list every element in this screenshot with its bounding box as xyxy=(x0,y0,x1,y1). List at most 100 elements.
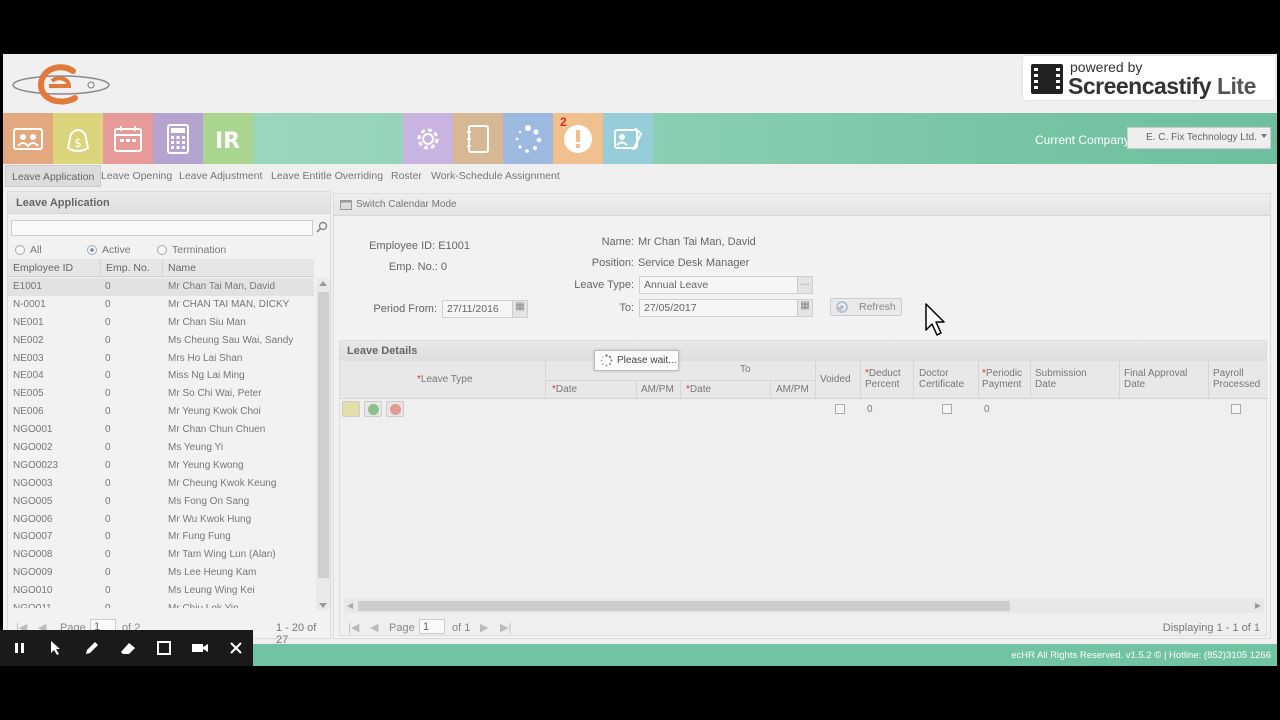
module-loading[interactable] xyxy=(503,113,553,164)
close-icon[interactable] xyxy=(226,638,246,658)
pointer-icon[interactable] xyxy=(46,638,66,658)
column-emp-no[interactable]: Emp. No. xyxy=(100,259,150,277)
page-input[interactable]: 1 xyxy=(419,619,445,634)
module-employees[interactable] xyxy=(3,113,53,164)
spinner-icon xyxy=(600,354,613,367)
table-row[interactable]: NGO002 0 Ms Yeung Yi xyxy=(8,439,314,457)
table-row[interactable]: NGO001 0 Mr Chan Chun Chuen xyxy=(8,421,314,439)
filter-termination-radio[interactable]: Termination xyxy=(157,244,226,256)
table-row[interactable]: NGO003 0 Mr Cheung Kwok Keung xyxy=(8,475,314,493)
scroll-right-icon[interactable]: ▶ xyxy=(1255,601,1261,610)
module-calculator[interactable] xyxy=(153,113,203,164)
calendar-icon xyxy=(340,200,352,210)
scroll-up-icon[interactable] xyxy=(319,281,327,286)
header-text: Date xyxy=(689,384,712,395)
horizontal-scrollbar[interactable]: ◀ ▶ xyxy=(344,599,1264,613)
edit-pencil-icon[interactable] xyxy=(342,401,360,417)
column-divider xyxy=(815,361,816,399)
table-row[interactable]: E1001 0 Mr Chan Tai Man, David xyxy=(8,278,314,296)
employee-id-cell: NE001 xyxy=(13,316,44,328)
lookup-ellipsis-icon[interactable]: … xyxy=(797,277,812,293)
name-value: Mr Chan Tai Man, David xyxy=(638,236,756,248)
header-voided[interactable]: Voided xyxy=(820,374,851,385)
remove-row-icon[interactable] xyxy=(386,401,404,417)
scroll-thumb[interactable] xyxy=(358,601,1010,611)
table-row[interactable]: NGO006 0 Mr Wu Kwok Hung xyxy=(8,511,314,529)
header-leave-type[interactable]: *Leave Type xyxy=(417,374,472,385)
pen-icon[interactable] xyxy=(82,638,102,658)
refresh-button[interactable]: Refresh xyxy=(830,298,902,316)
column-divider xyxy=(636,380,637,399)
module-payroll[interactable]: $ xyxy=(53,113,103,164)
scroll-thumb[interactable] xyxy=(318,292,329,578)
table-row[interactable]: N-0001 0 Mr CHAN TAI MAN, DICKY xyxy=(8,296,314,314)
add-row-icon[interactable] xyxy=(364,401,382,417)
header-from-ampm[interactable]: AM/PM xyxy=(641,384,674,395)
filter-active-radio[interactable]: Active xyxy=(87,244,131,256)
filter-all-radio[interactable]: All xyxy=(15,244,42,256)
header-doctor-certificate[interactable]: Doctor Certificate xyxy=(919,368,971,390)
period-to-field[interactable]: 27/05/2017 ▦ xyxy=(639,299,813,317)
module-leave[interactable] xyxy=(103,113,153,164)
doctor-certificate-checkbox[interactable] xyxy=(942,404,952,414)
tab-roster[interactable]: Roster xyxy=(385,165,428,187)
table-row[interactable]: NE001 0 Mr Chan Siu Man xyxy=(8,314,314,332)
header-payroll-processed[interactable]: Payroll Processed xyxy=(1213,368,1263,390)
pause-icon[interactable] xyxy=(10,638,30,658)
tab-leave-entitle-overriding[interactable]: Leave Entitle Overriding xyxy=(265,165,389,187)
vertical-scrollbar[interactable] xyxy=(316,278,330,610)
voided-checkbox[interactable] xyxy=(835,404,845,414)
payroll-processed-checkbox[interactable] xyxy=(1231,404,1241,414)
module-settings[interactable] xyxy=(403,113,453,164)
column-divider xyxy=(1208,361,1209,399)
table-row[interactable]: NGO0023 0 Mr Yeung Kwong xyxy=(8,457,314,475)
camera-icon[interactable] xyxy=(190,638,210,658)
tab-leave-application[interactable]: Leave Application xyxy=(5,165,102,187)
header-final-approval-date[interactable]: Final Approval Date xyxy=(1124,368,1194,390)
scroll-left-icon[interactable]: ◀ xyxy=(347,601,353,610)
table-row[interactable]: NE004 0 Miss Ng Lai Ming xyxy=(8,367,314,385)
tab-leave-adjustment[interactable]: Leave Adjustment xyxy=(173,165,268,187)
table-row[interactable]: NGO008 0 Mr Tam Wing Lun (Alan) xyxy=(8,546,314,564)
tab-work-schedule-assignment[interactable]: Work-Schedule Assignment xyxy=(425,165,566,187)
module-profile-tools[interactable] xyxy=(603,113,653,164)
table-row[interactable]: NE002 0 Ms Cheung Sau Wai, Sandy xyxy=(8,332,314,350)
module-address-book[interactable] xyxy=(453,113,503,164)
header-to-date[interactable]: *Date xyxy=(686,384,711,395)
scroll-down-icon[interactable] xyxy=(319,603,327,608)
header-to-ampm[interactable]: AM/PM xyxy=(776,384,809,395)
next-page-icon[interactable]: ▶ xyxy=(480,621,488,634)
column-name[interactable]: Name xyxy=(162,259,196,277)
column-employee-id[interactable]: Employee ID xyxy=(8,259,73,277)
table-row[interactable]: NGO009 0 Ms Lee Heung Kam xyxy=(8,564,314,582)
tab-leave-opening[interactable]: Leave Opening xyxy=(95,165,178,187)
search-input[interactable] xyxy=(11,220,313,236)
prev-page-icon[interactable]: ◀ xyxy=(370,621,378,634)
table-row[interactable]: NE006 0 Mr Yeung Kwok Choi xyxy=(8,403,314,421)
eraser-icon[interactable] xyxy=(118,638,138,658)
table-row[interactable]: NE005 0 Mr So Chi Wai, Peter xyxy=(8,385,314,403)
date-picker-icon[interactable]: ▦ xyxy=(512,301,527,317)
company-select[interactable]: E. C. Fix Technology Ltd. xyxy=(1127,127,1271,149)
table-row[interactable]: NGO010 0 Ms Leung Wing Kei xyxy=(8,582,314,600)
table-row[interactable]: NGO007 0 Mr Fung Fung xyxy=(8,528,314,546)
switch-calendar-bar[interactable]: Switch Calendar Mode xyxy=(334,194,1270,216)
module-report[interactable]: IR xyxy=(203,113,253,164)
header-from-date[interactable]: *Date xyxy=(552,384,577,395)
last-page-icon[interactable]: ▶| xyxy=(500,621,511,634)
first-page-icon[interactable]: |◀ xyxy=(348,621,359,634)
search-icon[interactable] xyxy=(316,221,328,233)
leave-details-grid: Leave Details *Leave Type To *Date AM/PM… xyxy=(339,340,1268,636)
header-deduct-percent[interactable]: *Deduct Percent xyxy=(865,368,910,390)
table-row[interactable]: NGO005 0 Ms Fong On Sang xyxy=(8,493,314,511)
company-value: E. C. Fix Technology Ltd. xyxy=(1146,132,1257,143)
leave-type-field[interactable]: Annual Leave… xyxy=(639,276,813,294)
header-submission-date[interactable]: Submission Date xyxy=(1035,368,1095,390)
rectangle-icon[interactable] xyxy=(154,638,174,658)
table-row[interactable]: NE003 0 Mrs Ho Lai Shan xyxy=(8,350,314,368)
date-picker-icon[interactable]: ▦ xyxy=(797,300,812,316)
emp-no-cell: 0 xyxy=(105,567,111,579)
header-periodic-payment[interactable]: *Periodic Payment xyxy=(982,368,1028,390)
table-row[interactable]: NGO011 0 Mr Chiu Lok Yin xyxy=(8,600,314,608)
period-from-field[interactable]: 27/11/2016 ▦ xyxy=(442,300,528,318)
